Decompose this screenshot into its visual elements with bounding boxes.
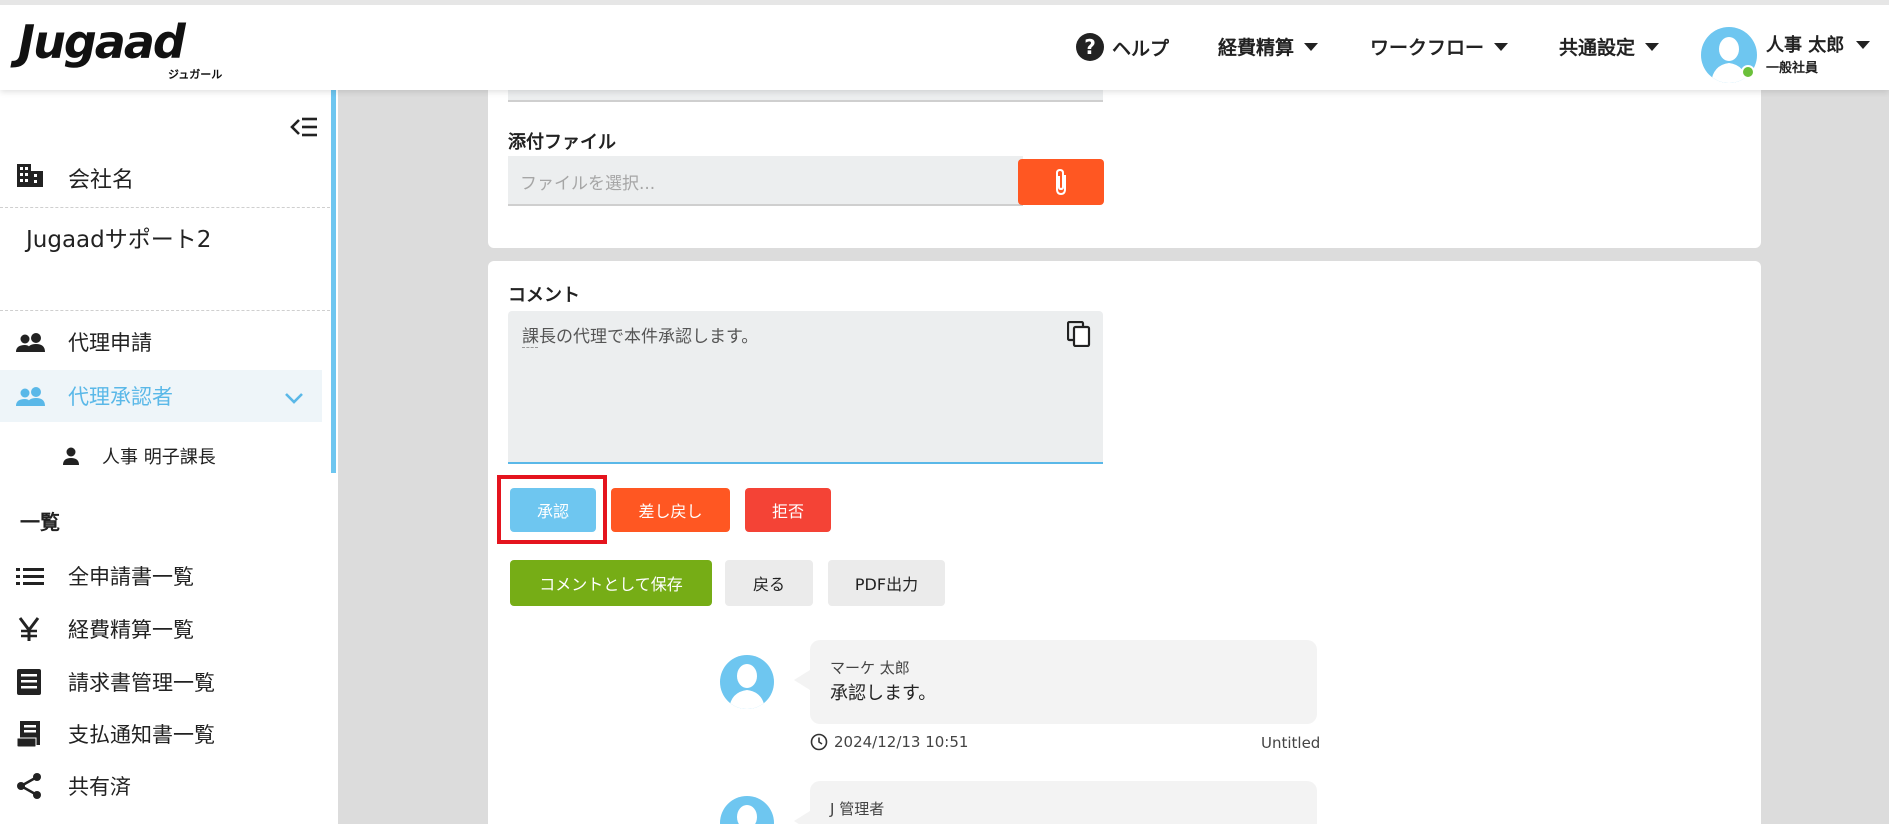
person-icon xyxy=(62,447,80,465)
online-status-dot xyxy=(1741,65,1755,79)
building-icon xyxy=(16,162,50,194)
nav-settings-menu[interactable]: 共通設定 xyxy=(1559,33,1660,60)
sidebar: 会社名 Jugaadサポート2 代理申請 代理承認者 人事 明子課長 一覧 全申… xyxy=(0,90,338,824)
people-icon xyxy=(16,386,50,406)
receipt-icon xyxy=(16,720,50,748)
sidebar-item-proxy-approver[interactable]: 代理承認者 xyxy=(0,370,322,422)
collapse-sidebar-icon[interactable] xyxy=(290,115,318,143)
sidebar-item-label: 全申請書一覧 xyxy=(68,565,194,589)
spellcheck-underline xyxy=(522,347,538,348)
sidebar-item-label: 請求書管理一覧 xyxy=(68,671,215,695)
sidebar-item-label: 支払通知書一覧 xyxy=(68,723,215,747)
sidebar-item-label: 共有済 xyxy=(68,775,131,799)
sidebar-item-label: 代理承認者 xyxy=(68,385,173,409)
attachment-card: 添付ファイル ファイルを選択... xyxy=(488,90,1761,248)
comment-card: コメント 課長の代理で本件承認します。 承認 差し戻し 拒否 コメントとして保存… xyxy=(488,261,1761,824)
user-avatar[interactable] xyxy=(1701,27,1757,83)
sidebar-item-proxy-application[interactable]: 代理申請 xyxy=(0,316,322,368)
caret-down-icon xyxy=(1304,42,1319,51)
file-select-input[interactable]: ファイルを選択... xyxy=(508,156,1023,206)
company-label: 会社名 xyxy=(68,168,135,193)
comment-author: J 管理者 xyxy=(830,800,885,818)
bubble-tail xyxy=(794,811,810,824)
logo-text: Jugaad xyxy=(18,15,186,69)
sidebar-subitem-label: 人事 明子課長 xyxy=(102,447,216,468)
sidebar-subitem-approver[interactable]: 人事 明子課長 xyxy=(62,443,216,469)
nav-workflow-menu[interactable]: ワークフロー xyxy=(1370,33,1509,60)
chevron-down-icon[interactable] xyxy=(284,386,304,410)
send-back-button[interactable]: 差し戻し xyxy=(611,488,730,532)
app-logo[interactable]: Jugaad ジュガール xyxy=(18,15,222,81)
comment-text: 課長の代理で本件承認します。 xyxy=(522,327,759,347)
commenter-avatar xyxy=(720,796,774,824)
sidebar-item-label: 代理申請 xyxy=(68,331,152,355)
yen-icon xyxy=(16,616,50,642)
nav-help-label: ヘルプ xyxy=(1112,37,1170,60)
bubble-tail xyxy=(794,670,810,690)
company-label-row: 会社名 xyxy=(16,162,134,194)
list-icon xyxy=(16,567,50,585)
company-name: Jugaadサポート2 xyxy=(26,227,212,253)
people-icon xyxy=(16,332,50,352)
sidebar-item-all-applications[interactable]: 全申請書一覧 xyxy=(0,550,322,602)
logo-subtitle: ジュガール xyxy=(168,68,223,81)
sidebar-item-expense-list[interactable]: 経費精算一覧 xyxy=(0,603,322,655)
attachment-label: 添付ファイル xyxy=(508,132,616,153)
top-header: Jugaad ジュガール ? ヘルプ 経費精算 ワークフロー 共通設定 人事 太… xyxy=(0,0,1889,90)
help-icon: ? xyxy=(1076,33,1104,61)
user-silhouette-icon xyxy=(729,664,765,709)
list-section-title: 一覧 xyxy=(20,510,60,534)
sidebar-scroll-indicator[interactable] xyxy=(331,90,336,473)
pdf-export-button[interactable]: PDF出力 xyxy=(828,560,945,606)
caret-down-icon xyxy=(1645,42,1660,51)
user-menu-caret-icon[interactable] xyxy=(1856,41,1870,49)
previous-field[interactable] xyxy=(508,90,1103,102)
commenter-avatar xyxy=(720,655,774,709)
comment-label: コメント xyxy=(508,285,580,306)
nav-workflow-label: ワークフロー xyxy=(1370,37,1485,59)
comment-tag: Untitled xyxy=(1261,734,1321,752)
attach-file-button[interactable] xyxy=(1018,159,1104,205)
user-name[interactable]: 人事 太郎 xyxy=(1766,31,1844,57)
nav-expense-label: 経費精算 xyxy=(1218,37,1295,59)
save-as-comment-button[interactable]: コメントとして保存 xyxy=(510,560,712,606)
nav-help[interactable]: ? ヘルプ xyxy=(1076,33,1169,61)
user-silhouette-icon xyxy=(737,805,757,824)
sidebar-item-shared[interactable]: 共有済 xyxy=(0,760,322,812)
comment-body: 承認します。 xyxy=(830,683,937,704)
copy-icon[interactable] xyxy=(1066,320,1091,351)
comment-timestamp-row: 2024/12/13 10:51 xyxy=(810,733,968,751)
caret-down-icon xyxy=(1494,42,1509,51)
comment-textarea[interactable]: 課長の代理で本件承認します。 xyxy=(508,311,1103,464)
invoice-icon xyxy=(16,668,50,696)
back-button[interactable]: 戻る xyxy=(725,560,813,606)
comment-timestamp: 2024/12/13 10:51 xyxy=(834,733,969,751)
nav-settings-label: 共通設定 xyxy=(1559,37,1636,59)
nav-expense-menu[interactable]: 経費精算 xyxy=(1218,33,1319,60)
share-icon xyxy=(16,772,50,800)
approve-button[interactable]: 承認 xyxy=(510,488,596,532)
comment-author: マーケ 太郎 xyxy=(830,659,910,677)
paperclip-icon xyxy=(1056,168,1066,196)
divider xyxy=(0,310,330,311)
comment-bubble: マーケ 太郎 承認します。 xyxy=(794,640,1317,724)
comment-bubble: J 管理者 xyxy=(794,781,1317,824)
divider xyxy=(0,207,330,208)
sidebar-item-invoice-list[interactable]: 請求書管理一覧 xyxy=(0,656,322,708)
sidebar-item-payment-notice-list[interactable]: 支払通知書一覧 xyxy=(0,708,322,760)
user-role: 一般社員 xyxy=(1766,61,1819,76)
clock-icon xyxy=(810,733,828,751)
sidebar-item-label: 経費精算一覧 xyxy=(68,618,194,642)
reject-button[interactable]: 拒否 xyxy=(745,488,831,532)
